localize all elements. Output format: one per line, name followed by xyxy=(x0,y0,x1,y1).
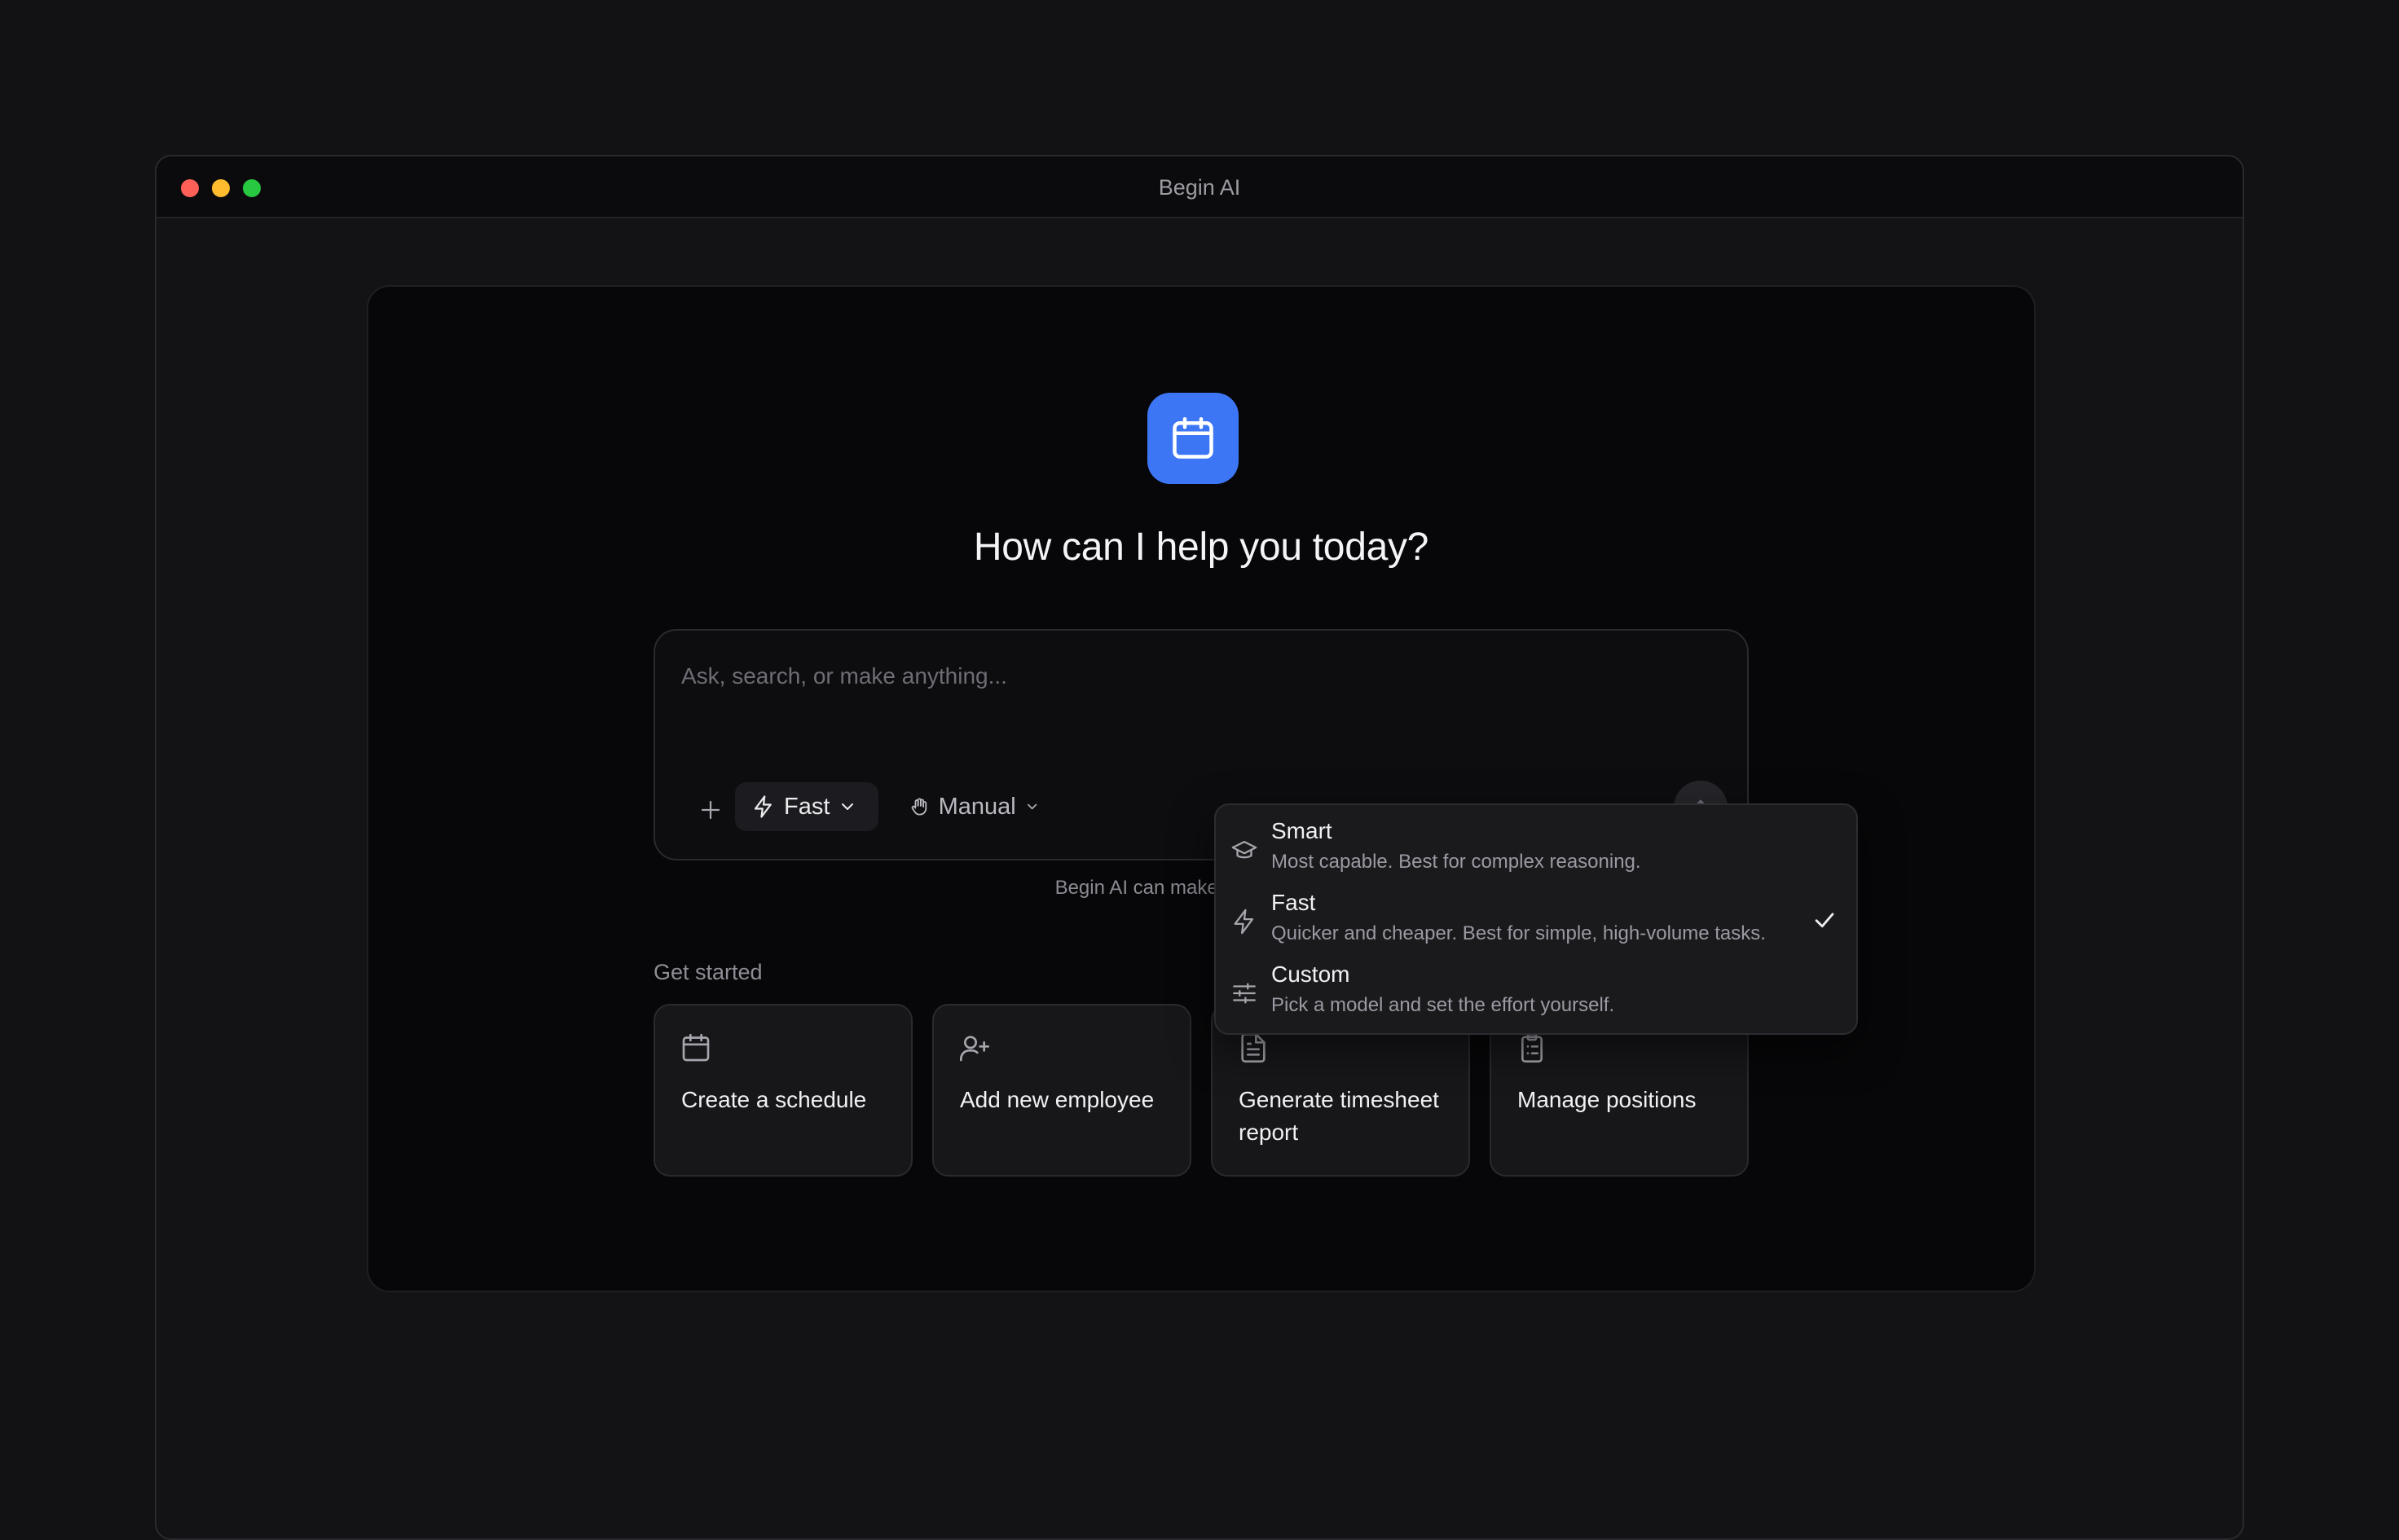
window-title: Begin AI xyxy=(1158,175,1241,200)
user-plus-icon xyxy=(960,1036,989,1062)
page-title: How can I help you today? xyxy=(973,526,1429,569)
app-logo xyxy=(1147,393,1239,484)
get-started-label: Get started xyxy=(654,960,763,984)
model-option-description: Most capable. Best for complex reasoning… xyxy=(1271,851,1641,873)
model-dropdown-menu: Smart Most capable. Best for complex rea… xyxy=(1214,803,1858,1035)
sliders-icon xyxy=(1233,983,1256,1004)
quick-action-label: Add new employee xyxy=(960,1087,1155,1112)
quick-action-create-schedule[interactable]: Create a schedule xyxy=(654,1004,913,1177)
model-option-smart[interactable]: Smart Most capable. Best for complex rea… xyxy=(1216,813,1856,885)
model-option-title: Custom xyxy=(1271,961,1350,987)
graduation-cap-icon xyxy=(1231,840,1257,859)
document-icon xyxy=(1241,1033,1266,1063)
chevron-down-icon xyxy=(842,803,854,810)
model-chip-label: Fast xyxy=(784,793,830,820)
clipboard-icon xyxy=(1521,1033,1543,1063)
quick-action-label: Create a schedule xyxy=(681,1087,867,1112)
model-option-description: Pick a model and set the effort yourself… xyxy=(1271,994,1615,1016)
chevron-down-icon xyxy=(1027,803,1037,810)
mode-select-button[interactable]: Manual xyxy=(893,782,1056,831)
plus-icon xyxy=(701,800,720,820)
prompt-input[interactable] xyxy=(680,655,1661,697)
quick-action-label: Manage positions xyxy=(1517,1087,1697,1112)
checkmark-icon xyxy=(1815,913,1834,928)
mode-chip-label: Manual xyxy=(938,793,1016,820)
add-attachment-button[interactable] xyxy=(691,790,730,829)
model-option-fast[interactable]: Fast Quicker and cheaper. Best for simpl… xyxy=(1216,885,1856,957)
hand-icon xyxy=(911,798,927,816)
lightning-icon xyxy=(754,795,772,818)
model-option-description: Quicker and cheaper. Best for simple, hi… xyxy=(1271,922,1766,944)
model-option-title: Smart xyxy=(1271,818,1332,843)
calendar-icon xyxy=(682,1033,710,1062)
model-option-custom[interactable]: Custom Pick a model and set the effort y… xyxy=(1216,957,1856,1028)
quick-action-add-employee[interactable]: Add new employee xyxy=(932,1004,1191,1177)
title-bar: Begin AI xyxy=(156,156,2243,218)
app-window: Begin AI How can I help you today? Ask, … xyxy=(155,155,2244,1540)
model-select-button[interactable]: Fast xyxy=(735,782,878,831)
lightning-icon xyxy=(1234,909,1254,935)
quick-action-label: Generate timesheet report xyxy=(1239,1087,1439,1145)
model-option-title: Fast xyxy=(1271,890,1316,915)
assistant-card: How can I help you today? Fast xyxy=(367,285,2036,1292)
calendar-icon xyxy=(1173,417,1213,459)
